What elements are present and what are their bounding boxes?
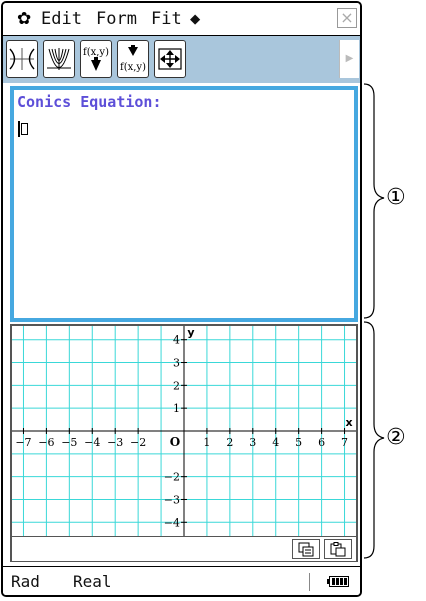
- angle-mode[interactable]: Rad: [11, 572, 40, 591]
- x-tick-label: −6: [38, 436, 54, 449]
- graph-area[interactable]: −7 −6 −5 −4 −3 −2 O 1 2 3 4 5 6 7 4 3 2 1 −2 −3 −4 x y: [12, 326, 356, 536]
- x-tick-label: 4: [272, 436, 279, 449]
- graph-bottom-toolbar: [12, 536, 356, 561]
- number-mode[interactable]: Real: [73, 572, 112, 591]
- y-tick-label: 2: [173, 379, 180, 392]
- fullscreen-button[interactable]: [154, 40, 186, 78]
- fxy-down-icon: f(x,y): [83, 47, 109, 71]
- hyperbola-button[interactable]: [6, 40, 38, 78]
- x-tick-label: −2: [130, 436, 146, 449]
- hyperbola-icon: [9, 48, 35, 70]
- status-bar: Rad Real: [3, 566, 360, 595]
- x-axis-label: x: [345, 416, 352, 429]
- calculator-screen: ✿ Edit Form Fit ◆ × f(x,y) f(x,y) ▶ Coni…: [1, 1, 362, 597]
- x-tick-label: −7: [15, 436, 31, 449]
- x-tick-label: 1: [203, 436, 210, 449]
- callout-braces: [363, 83, 385, 559]
- fxy-up-button[interactable]: f(x,y): [117, 40, 149, 78]
- toolbar-scroll-right-icon[interactable]: ▶: [339, 40, 359, 78]
- copy-icon: [298, 542, 314, 556]
- y-tick-label: −4: [164, 516, 180, 529]
- x-tick-label: 6: [318, 436, 325, 449]
- copy-button[interactable]: [292, 539, 320, 559]
- menu-form[interactable]: Form: [96, 9, 137, 29]
- x-tick-label: 2: [226, 436, 233, 449]
- y-tick-label: −2: [164, 471, 180, 484]
- equation-input-placeholder[interactable]: [21, 123, 28, 135]
- menu-more[interactable]: ◆: [190, 9, 200, 29]
- menu-fit[interactable]: Fit: [151, 9, 182, 29]
- x-tick-label: O: [170, 435, 180, 449]
- fxy-up-icon: f(x,y): [120, 45, 146, 73]
- y-tick-label: 1: [173, 402, 180, 415]
- battery-icon: [327, 576, 349, 587]
- toolbar: f(x,y) f(x,y) ▶: [3, 36, 360, 83]
- menu-bar: ✿ Edit Form Fit ◆ ×: [3, 3, 360, 36]
- conics-graph-window[interactable]: −7 −6 −5 −4 −3 −2 O 1 2 3 4 5 6 7 4 3 2 1 −2 −3 −4 x y: [10, 324, 358, 562]
- fullscreen-icon: [158, 48, 182, 70]
- text-cursor: [18, 121, 20, 137]
- y-tick-label: −3: [164, 493, 180, 506]
- y-tick-label: 4: [173, 334, 180, 347]
- y-axis-label: y: [187, 326, 194, 339]
- callout-2: ②: [386, 425, 406, 450]
- close-button[interactable]: ×: [337, 8, 357, 28]
- paste-button[interactable]: [324, 539, 352, 559]
- fxy-down-button[interactable]: f(x,y): [80, 40, 112, 78]
- conics-equation-window[interactable]: Conics Equation:: [10, 86, 358, 322]
- parabola-family-icon: [47, 48, 71, 70]
- parabola-family-button[interactable]: [43, 40, 75, 78]
- equation-title: Conics Equation:: [17, 93, 162, 111]
- x-tick-label: −3: [107, 436, 123, 449]
- svg-text:f(x,y): f(x,y): [83, 47, 109, 58]
- x-tick-label: 3: [249, 436, 256, 449]
- menu-edit[interactable]: Edit: [41, 9, 82, 29]
- x-tick-label: 7: [341, 436, 348, 449]
- callout-1: ①: [386, 185, 406, 210]
- x-tick-label: −5: [61, 436, 77, 449]
- x-tick-label: 5: [295, 436, 302, 449]
- svg-text:f(x,y): f(x,y): [120, 62, 146, 73]
- paste-icon: [330, 541, 346, 556]
- x-tick-label: −4: [84, 436, 100, 449]
- status-divider: [309, 573, 310, 591]
- gear-icon[interactable]: ✿: [17, 9, 31, 29]
- y-tick-label: 3: [173, 357, 180, 370]
